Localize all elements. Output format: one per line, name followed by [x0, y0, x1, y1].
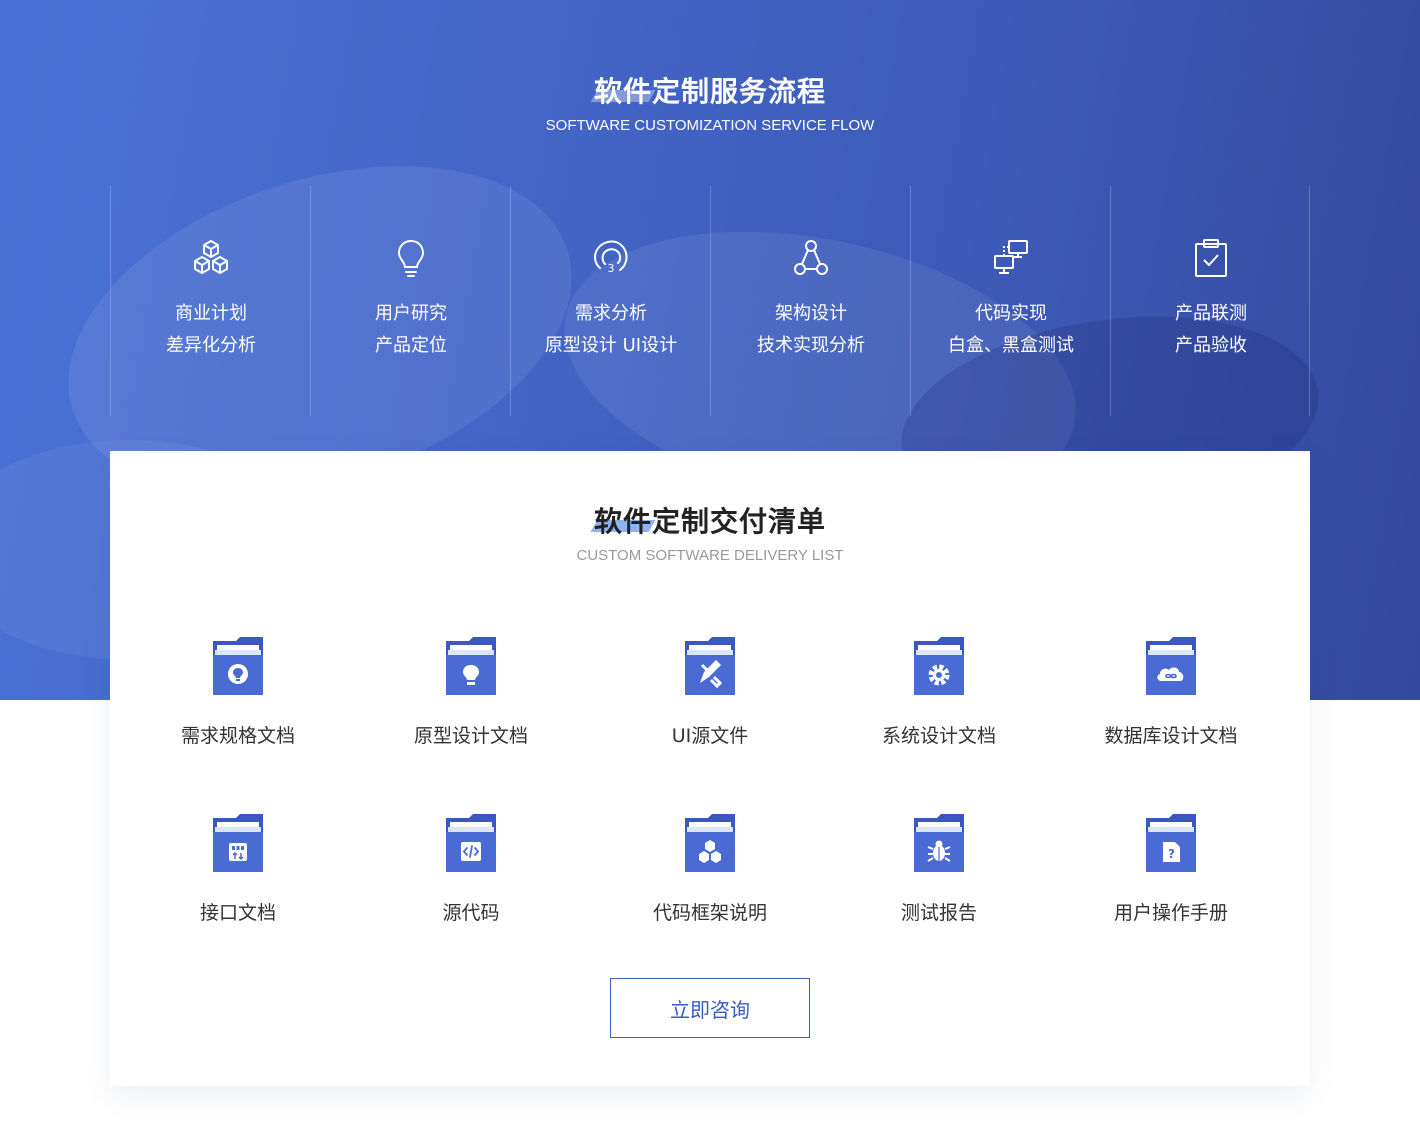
target-3-icon: 3: [594, 240, 628, 275]
delivery-list-subtitle: CUSTOM SOFTWARE DELIVERY LIST: [576, 547, 844, 564]
folder-bulb-icon: [213, 637, 263, 695]
delivery-item-label: 代码框架说明: [652, 902, 767, 924]
flow-step-detail: 差异化分析: [166, 335, 256, 356]
delivery-item-label: 需求规格文档: [180, 725, 295, 747]
svg-text:?: ?: [1168, 847, 1175, 861]
folder-bug-icon: [914, 814, 964, 872]
delivery-item-label: UI源文件: [671, 725, 749, 747]
delivery-item-label: 数据库设计文档: [1104, 725, 1238, 747]
folder-gear-icon: [914, 637, 964, 695]
flow-step-implementation: 代码实现 白盒、黑盒测试: [910, 186, 1110, 416]
flow-step-title: 商业计划: [175, 303, 247, 324]
folder-pencil-icon: [685, 637, 735, 695]
delivery-item-database-design[interactable]: 数据库设计文档: [1071, 637, 1271, 757]
flow-step-title: 需求分析: [575, 303, 647, 324]
delivery-item-requirements-spec[interactable]: 需求规格文档: [138, 637, 338, 757]
flow-step-detail: 技术实现分析: [757, 335, 865, 356]
clipboard-check-icon: [1195, 239, 1227, 277]
flow-step-detail: 原型设计 UI设计: [544, 335, 678, 356]
folder-api-icon: [213, 814, 263, 872]
consult-now-button[interactable]: 立即咨询: [610, 978, 810, 1038]
flow-step-detail: 白盒、黑盒测试: [948, 335, 1074, 356]
delivery-item-prototype-doc[interactable]: 原型设计文档: [371, 637, 571, 757]
nodes-icon: [794, 240, 828, 275]
flow-step-title: 用户研究: [375, 303, 447, 324]
delivery-item-ui-source[interactable]: UI源文件: [610, 637, 810, 757]
flow-step-title: 架构设计: [775, 303, 847, 324]
delivery-item-label: 源代码: [442, 902, 500, 924]
service-flow-subtitle: SOFTWARE CUSTOMIZATION SERVICE FLOW: [545, 117, 875, 134]
flow-step-acceptance: 产品联测 产品验收: [1110, 186, 1310, 416]
delivery-item-label: 接口文档: [199, 902, 276, 924]
svg-text:3: 3: [608, 262, 615, 275]
flow-step-user-research: 用户研究 产品定位: [310, 186, 510, 416]
flow-step-requirements: 3 需求分析 原型设计 UI设计: [510, 186, 710, 416]
delivery-item-api-doc[interactable]: 接口文档: [138, 814, 338, 934]
delivery-item-source-code[interactable]: 源代码: [371, 814, 571, 934]
flow-step-title: 代码实现: [975, 303, 1047, 324]
lightbulb-icon: [397, 239, 425, 277]
flow-step-business-plan: 商业计划 差异化分析: [110, 186, 310, 416]
delivery-item-label: 原型设计文档: [413, 725, 528, 747]
delivery-item-label: 用户操作手册: [1113, 902, 1228, 924]
delivery-item-label: 测试报告: [900, 902, 977, 924]
monitors-icon: [994, 240, 1028, 274]
delivery-item-label: 系统设计文档: [881, 725, 996, 747]
folder-cloud-icon: [1146, 637, 1196, 695]
flow-step-detail: 产品定位: [375, 335, 447, 356]
folder-lightbulb-icon: [446, 637, 496, 695]
folder-code-icon: [446, 814, 496, 872]
service-flow-steps: 商业计划 差异化分析 用户研究 产品定位 3 需求分析 原型设计 UI设计 架构…: [110, 186, 1310, 416]
folder-cubes-icon: [685, 814, 735, 872]
delivery-item-test-report[interactable]: 测试报告: [839, 814, 1039, 934]
cubes-icon: [194, 240, 228, 274]
delivery-item-user-manual[interactable]: ? 用户操作手册: [1071, 814, 1271, 934]
delivery-list-title: 软件定制交付清单: [0, 500, 1420, 540]
flow-step-architecture: 架构设计 技术实现分析: [710, 186, 910, 416]
flow-step-title: 产品联测: [1175, 303, 1247, 324]
flow-step-detail: 产品验收: [1175, 335, 1247, 356]
folder-question-icon: ?: [1146, 814, 1196, 872]
service-flow-title: 软件定制服务流程: [0, 70, 1420, 110]
delivery-item-system-design[interactable]: 系统设计文档: [839, 637, 1039, 757]
delivery-item-framework-notes[interactable]: 代码框架说明: [610, 814, 810, 934]
